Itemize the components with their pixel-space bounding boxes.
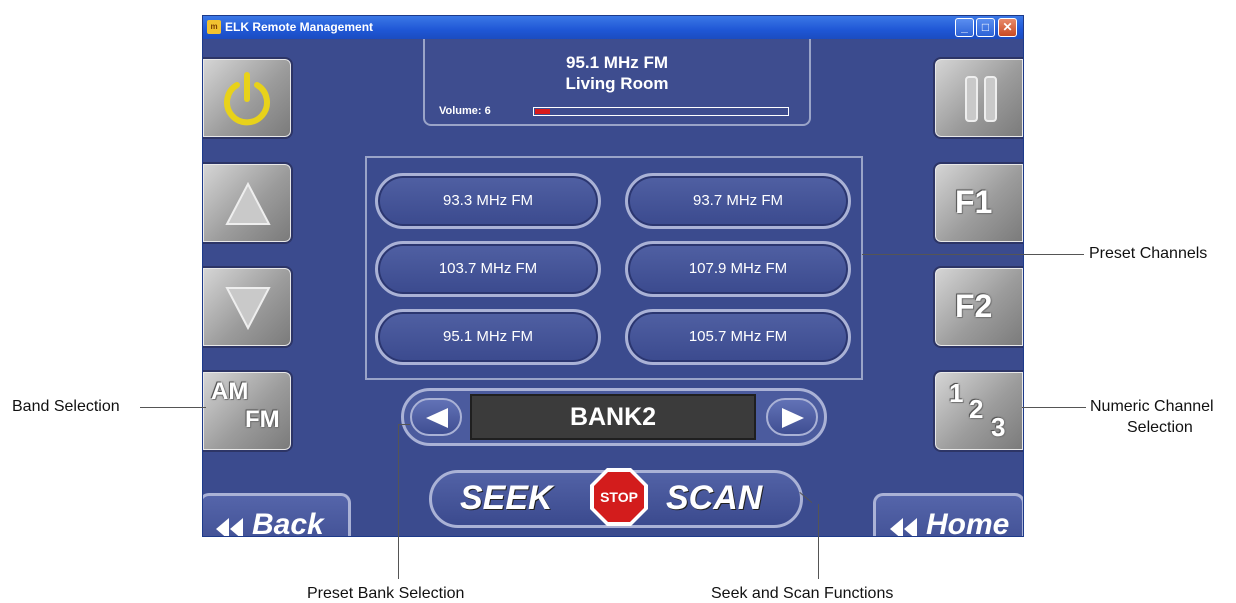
remote-panel: AM FM F1 F2 1 2 3 95.1 MHz FM Living Roo… xyxy=(203,39,1023,536)
callout-line xyxy=(1022,407,1086,408)
rewind-icon xyxy=(890,518,917,536)
preset-button[interactable]: 107.9 MHz FM xyxy=(625,241,851,297)
window-title: ELK Remote Management xyxy=(225,20,374,34)
current-room: Living Room xyxy=(565,74,669,93)
arrow-left-icon xyxy=(426,408,448,428)
maximize-button[interactable]: □ xyxy=(976,18,995,37)
preset-channels-panel: 93.3 MHz FM 93.7 MHz FM 103.7 MHz FM 107… xyxy=(365,156,863,380)
close-button[interactable]: ✕ xyxy=(998,18,1017,37)
scan-button[interactable]: SCAN xyxy=(666,479,762,518)
rewind-icon xyxy=(216,518,243,536)
numeric-label-1: 1 xyxy=(949,378,964,408)
channel-down-button[interactable] xyxy=(203,266,293,348)
callout-line xyxy=(398,424,399,579)
f1-button[interactable]: F1 xyxy=(933,162,1023,244)
numeric-channel-button[interactable]: 1 2 3 xyxy=(933,370,1023,452)
callout-preset-bank: Preset Bank Selection xyxy=(307,585,465,602)
stop-button[interactable]: STOP xyxy=(588,466,650,528)
minimize-button[interactable]: _ xyxy=(955,18,974,37)
stop-label: STOP xyxy=(600,489,638,505)
volume-label: Volume: 6 xyxy=(439,105,491,117)
arrow-right-icon xyxy=(782,408,804,428)
seek-button[interactable]: SEEK xyxy=(460,479,553,518)
bank-next-button[interactable] xyxy=(766,398,818,436)
current-frequency: 95.1 MHz FM xyxy=(565,53,669,72)
app-icon: m xyxy=(207,20,221,34)
home-label: Home xyxy=(926,508,1010,537)
callout-line xyxy=(398,424,410,425)
f2-label: F2 xyxy=(955,288,993,324)
callout-seek-scan: Seek and Scan Functions xyxy=(711,585,894,602)
band-selection-button[interactable]: AM FM xyxy=(203,370,293,452)
triangle-up-icon xyxy=(225,182,271,225)
title-bar: m ELK Remote Management _ □ ✕ xyxy=(203,16,1023,39)
callout-preset-channels: Preset Channels xyxy=(1089,245,1208,262)
callout-numeric-line1: Numeric Channel xyxy=(1090,398,1214,415)
triangle-down-icon xyxy=(225,287,271,330)
pause-icon xyxy=(965,76,997,122)
callout-line xyxy=(862,254,1084,255)
numeric-label-3: 3 xyxy=(991,412,1006,442)
volume-bar[interactable] xyxy=(533,107,789,116)
now-playing-display: 95.1 MHz FM Living Room Volume: 6 xyxy=(423,39,811,126)
power-icon xyxy=(224,72,270,126)
back-button[interactable]: Back xyxy=(203,493,351,537)
f2-button[interactable]: F2 xyxy=(933,266,1023,348)
back-label: Back xyxy=(252,508,324,537)
numeric-label-2: 2 xyxy=(969,394,984,424)
bank-prev-button[interactable] xyxy=(410,398,462,436)
preset-button[interactable]: 105.7 MHz FM xyxy=(625,309,851,365)
pause-button[interactable] xyxy=(933,57,1023,139)
preset-button[interactable]: 93.7 MHz FM xyxy=(625,173,851,229)
bank-name: BANK2 xyxy=(470,394,756,440)
home-button[interactable]: Home xyxy=(873,493,1023,537)
callout-line xyxy=(818,504,819,579)
app-window: m ELK Remote Management _ □ ✕ AM FM F1 F… xyxy=(202,15,1024,537)
channel-up-button[interactable] xyxy=(203,162,293,244)
seek-scan-control: SEEK STOP SCAN xyxy=(429,468,803,528)
bank-selector: BANK2 xyxy=(401,388,827,446)
f1-label: F1 xyxy=(955,184,993,220)
preset-button[interactable]: 95.1 MHz FM xyxy=(375,309,601,365)
preset-button[interactable]: 93.3 MHz FM xyxy=(375,173,601,229)
band-fm-label: FM xyxy=(245,406,280,433)
callout-band-selection: Band Selection xyxy=(12,398,120,415)
preset-button[interactable]: 103.7 MHz FM xyxy=(375,241,601,297)
band-am-label: AM xyxy=(211,378,249,405)
volume-fill xyxy=(535,109,550,114)
callout-numeric-line2: Selection xyxy=(1127,419,1193,436)
callout-line xyxy=(140,407,206,408)
power-button[interactable] xyxy=(203,57,293,139)
